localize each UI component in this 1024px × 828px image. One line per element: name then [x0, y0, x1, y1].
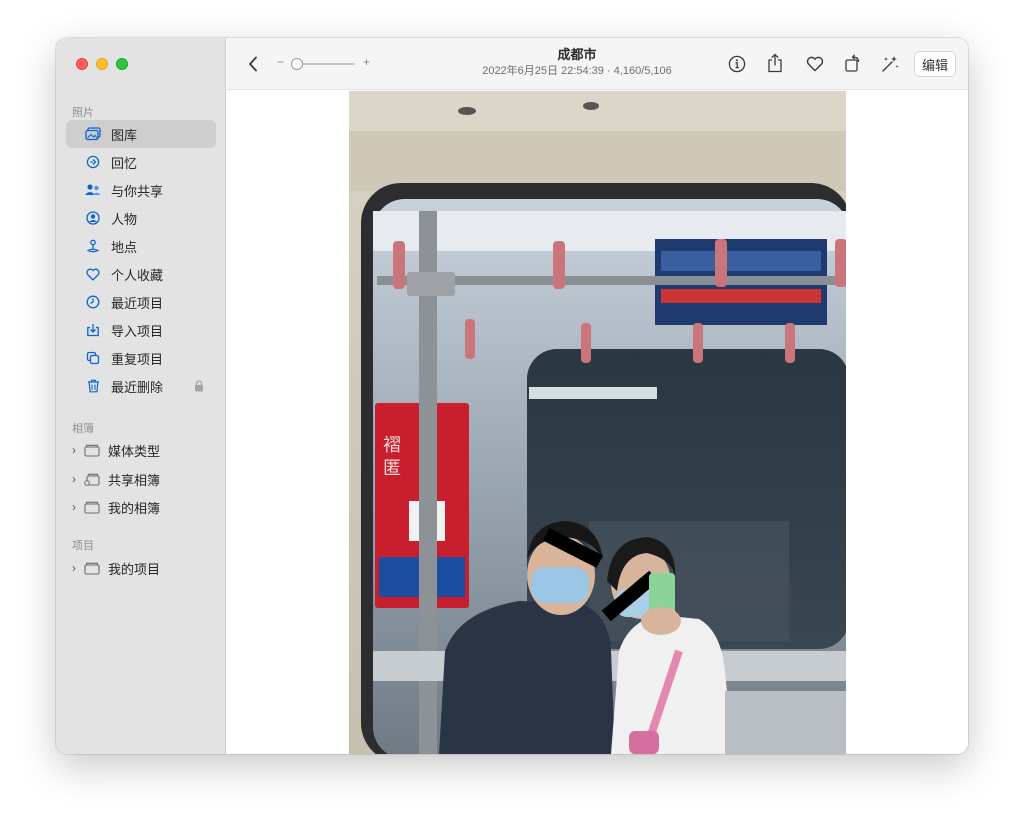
album-label: 媒体类型 — [108, 443, 161, 459]
sidebar-item-label: 重复项目 — [111, 351, 164, 367]
zoom-slider[interactable]: − + — [277, 55, 377, 73]
sidebar-item-label: 导入项目 — [111, 323, 164, 339]
zoom-knob[interactable] — [291, 58, 303, 70]
sidebar-item-recents[interactable]: 最近项目 — [66, 288, 216, 316]
zoom-window-button[interactable] — [116, 58, 128, 70]
duplicates-icon — [84, 349, 102, 367]
chevron-right-icon[interactable]: › — [72, 500, 82, 514]
sidebar: 照片 图库 回忆 与你共享 人物 地点 个人收藏 最近项目 导入项目 重复项目 … — [56, 38, 226, 754]
lock-icon — [194, 380, 204, 395]
info-icon — [728, 55, 746, 73]
photo[interactable]: 褶 匿 — [349, 91, 846, 754]
photo-location-title: 成都市 — [557, 47, 597, 62]
auto-enhance-button[interactable] — [877, 52, 903, 76]
sidebar-item-label: 最近删除 — [111, 379, 164, 395]
svg-text:匿: 匿 — [383, 458, 401, 479]
zoom-in-label: + — [363, 55, 371, 69]
section-label-photos: 照片 — [72, 107, 94, 119]
sidebar-item-people[interactable]: 人物 — [66, 204, 216, 232]
sidebar-item-label: 与你共享 — [111, 183, 164, 199]
sidebar-item-my-albums[interactable]: › 我的相簿 — [66, 493, 216, 521]
heart-icon — [806, 56, 824, 72]
trash-icon — [84, 377, 102, 395]
subway-photo-image: 褶 匿 — [349, 91, 846, 754]
sidebar-item-duplicates[interactable]: 重复项目 — [66, 344, 216, 372]
chevron-right-icon[interactable]: › — [72, 443, 82, 457]
svg-text:褶: 褶 — [383, 435, 401, 456]
library-icon — [84, 125, 102, 143]
zoom-out-label: − — [277, 55, 285, 69]
photo-viewer: 褶 匿 — [227, 91, 968, 754]
sidebar-item-label: 最近项目 — [111, 295, 164, 311]
sidebar-item-memories[interactable]: 回忆 — [66, 148, 216, 176]
chevron-right-icon[interactable]: › — [72, 472, 82, 486]
chevron-left-icon — [249, 56, 257, 72]
share-icon — [768, 53, 782, 73]
rotate-icon — [845, 54, 860, 72]
memories-icon — [84, 153, 102, 171]
photos-window: 照片 图库 回忆 与你共享 人物 地点 个人收藏 最近项目 导入项目 重复项目 … — [56, 38, 968, 754]
sidebar-item-label: 个人收藏 — [111, 267, 164, 283]
sidebar-item-imports[interactable]: 导入项目 — [66, 316, 216, 344]
minimize-button[interactable] — [96, 58, 108, 70]
title-block: 成都市 2022年6月25日 22:54:39 · 4,160/5,106 — [457, 47, 697, 78]
album-label: 我的相簿 — [108, 500, 161, 516]
sidebar-item-recently-deleted[interactable]: 最近删除 — [66, 372, 216, 400]
import-icon — [84, 321, 102, 339]
sidebar-item-library[interactable]: 图库 — [66, 120, 216, 148]
sidebar-item-shared-with-you[interactable]: 与你共享 — [66, 176, 216, 204]
back-button[interactable] — [241, 52, 265, 76]
sidebar-item-places[interactable]: 地点 — [66, 232, 216, 260]
shared-with-you-icon — [84, 181, 102, 199]
heart-icon — [84, 265, 102, 283]
project-label: 我的项目 — [108, 561, 161, 577]
folder-icon — [84, 500, 100, 514]
window-controls — [76, 58, 128, 70]
album-label: 共享相簿 — [108, 472, 161, 488]
rotate-button[interactable] — [841, 50, 865, 76]
chevron-right-icon[interactable]: › — [72, 561, 82, 575]
photo-date-subtitle: 2022年6月25日 22:54:39 · 4,160/5,106 — [482, 65, 672, 77]
edit-button[interactable]: 编辑 — [914, 51, 956, 77]
sidebar-item-my-projects[interactable]: › 我的项目 — [66, 554, 216, 582]
section-label-albums: 相簿 — [72, 423, 94, 435]
info-button[interactable] — [725, 52, 749, 76]
close-button[interactable] — [76, 58, 88, 70]
places-icon — [84, 237, 102, 255]
favorite-button[interactable] — [803, 52, 827, 76]
share-button[interactable] — [763, 50, 787, 76]
people-icon — [84, 209, 102, 227]
folder-icon — [84, 561, 100, 575]
sidebar-item-label: 地点 — [111, 239, 138, 255]
sidebar-item-label: 人物 — [111, 211, 138, 227]
sidebar-item-shared-albums[interactable]: › 共享相簿 — [66, 465, 216, 493]
sidebar-item-label: 回忆 — [111, 155, 138, 171]
sidebar-item-label: 图库 — [111, 127, 138, 143]
shared-folder-icon — [84, 472, 100, 486]
sidebar-item-media-types[interactable]: › 媒体类型 — [66, 436, 216, 464]
folder-icon — [84, 443, 100, 457]
clock-icon — [84, 293, 102, 311]
toolbar: − + 成都市 2022年6月25日 22:54:39 · 4,160/5,10… — [227, 38, 968, 90]
magic-wand-icon — [882, 56, 899, 72]
section-label-projects: 项目 — [72, 540, 94, 552]
sidebar-item-favorites[interactable]: 个人收藏 — [66, 260, 216, 288]
